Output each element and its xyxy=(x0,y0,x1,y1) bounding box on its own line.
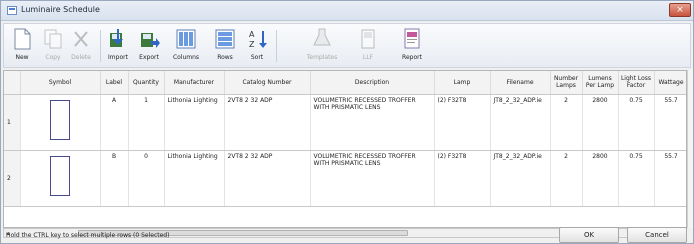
luminaire-schedule-window: Luminaire Schedule × New Copy Delete Imp… xyxy=(0,0,694,244)
delete-button[interactable]: Delete xyxy=(68,27,94,67)
symbol-cell[interactable] xyxy=(20,94,101,151)
manufacturer-cell[interactable]: Lithonia Lighting xyxy=(164,150,225,207)
wattage-cell[interactable]: 55.7 xyxy=(654,150,686,207)
lamp-cell[interactable]: (2) F32T8 xyxy=(434,94,491,151)
column-header[interactable]: Label xyxy=(100,71,129,95)
description-cell[interactable]: VOLUMETRIC RECESSED TROFFER WITH PRISMAT… xyxy=(310,94,435,151)
import-icon xyxy=(107,27,129,51)
column-header[interactable]: Quantity xyxy=(128,71,165,95)
label-cell[interactable]: A xyxy=(100,94,129,151)
columns-icon xyxy=(175,27,197,51)
llf-button[interactable]: LLF xyxy=(356,27,380,67)
symbol-cell[interactable] xyxy=(20,150,101,207)
table-header-row: Symbol Label Quantity Manufacturer Catal… xyxy=(4,71,686,95)
lumens-cell[interactable]: 2800 xyxy=(582,150,619,207)
sort-button[interactable]: AZ Sort xyxy=(244,27,270,67)
luminaire-table[interactable]: Symbol Label Quantity Manufacturer Catal… xyxy=(3,70,687,228)
title-bar: Luminaire Schedule × xyxy=(1,1,693,21)
column-header[interactable]: Description xyxy=(310,71,435,95)
lumens-cell[interactable]: 2800 xyxy=(582,94,619,151)
number-lamps-cell[interactable]: 2 xyxy=(550,94,583,151)
window-icon xyxy=(7,6,17,15)
column-header[interactable]: Manufacturer xyxy=(164,71,225,95)
quantity-cell[interactable]: 1 xyxy=(128,94,165,151)
templates-icon xyxy=(311,27,333,51)
row-header-corner xyxy=(4,71,21,95)
cancel-button[interactable]: Cancel xyxy=(627,227,687,243)
filename-cell[interactable]: JT8_2_32_ADP.ie xyxy=(490,150,551,207)
status-bar: Hold the CTRL key to select multiple row… xyxy=(3,227,691,243)
table-row[interactable]: 1 A 1 Lithonia Lighting 2VT8 2 32 ADP VO… xyxy=(4,94,686,151)
vertical-scrollbar[interactable] xyxy=(687,70,693,228)
lamp-cell[interactable]: (2) F32T8 xyxy=(434,150,491,207)
report-button[interactable]: Report xyxy=(398,27,426,67)
new-document-icon xyxy=(11,27,33,51)
sort-az-icon: AZ xyxy=(246,27,268,51)
export-icon xyxy=(138,27,160,51)
status-text: Hold the CTRL key to select multiple row… xyxy=(6,232,170,239)
export-button[interactable]: Export xyxy=(135,27,163,67)
row-number[interactable]: 1 xyxy=(4,94,21,151)
copy-button[interactable]: Copy xyxy=(40,27,66,67)
column-header[interactable]: Light Loss Factor xyxy=(618,71,655,95)
copy-icon xyxy=(42,27,64,51)
rows-icon xyxy=(214,27,236,51)
table-row[interactable]: 2 B 0 Lithonia Lighting 2VT8 2 32 ADP VO… xyxy=(4,150,686,207)
column-header[interactable]: Lumens Per Lamp xyxy=(582,71,619,95)
new-button[interactable]: New xyxy=(10,27,34,67)
toolbar: New Copy Delete Import Export Columns Ro… xyxy=(3,23,691,68)
manufacturer-cell[interactable]: Lithonia Lighting xyxy=(164,94,225,151)
wattage-cell[interactable]: 55.7 xyxy=(654,94,686,151)
luminaire-symbol xyxy=(50,155,70,196)
column-header[interactable]: Catalog Number xyxy=(224,71,311,95)
svg-text:A: A xyxy=(249,30,255,39)
columns-button[interactable]: Columns xyxy=(168,27,204,67)
report-icon xyxy=(401,27,423,51)
luminaire-symbol xyxy=(50,99,70,140)
llf-cell[interactable]: 0.75 xyxy=(618,94,655,151)
llf-icon xyxy=(357,27,379,51)
grid-area: Symbol Label Quantity Manufacturer Catal… xyxy=(3,70,693,240)
number-lamps-cell[interactable]: 2 xyxy=(550,150,583,207)
column-header[interactable]: Lamp xyxy=(434,71,491,95)
row-number[interactable]: 2 xyxy=(4,150,21,207)
delete-icon xyxy=(70,27,92,51)
column-header[interactable]: Number Lamps xyxy=(550,71,583,95)
toolbar-separator xyxy=(100,30,101,62)
description-cell[interactable]: VOLUMETRIC RECESSED TROFFER WITH PRISMAT… xyxy=(310,150,435,207)
quantity-cell[interactable]: 0 xyxy=(128,150,165,207)
column-header[interactable]: Filename xyxy=(490,71,551,95)
catalog-number-cell[interactable]: 2VT8 2 32 ADP xyxy=(224,150,311,207)
toolbar-separator xyxy=(276,30,277,62)
llf-cell[interactable]: 0.75 xyxy=(618,150,655,207)
catalog-number-cell[interactable]: 2VT8 2 32 ADP xyxy=(224,94,311,151)
ok-button[interactable]: OK xyxy=(559,227,619,243)
column-header[interactable]: Symbol xyxy=(20,71,101,95)
label-cell[interactable]: B xyxy=(100,150,129,207)
column-header[interactable]: Wattage xyxy=(654,71,686,95)
rows-button[interactable]: Rows xyxy=(210,27,240,67)
import-button[interactable]: Import xyxy=(104,27,132,67)
window-title: Luminaire Schedule xyxy=(21,5,100,14)
svg-text:Z: Z xyxy=(249,40,255,49)
filename-cell[interactable]: JT8_2_32_ADP.ie xyxy=(490,94,551,151)
close-button[interactable]: × xyxy=(669,3,691,17)
templates-button[interactable]: Templates xyxy=(302,27,342,67)
